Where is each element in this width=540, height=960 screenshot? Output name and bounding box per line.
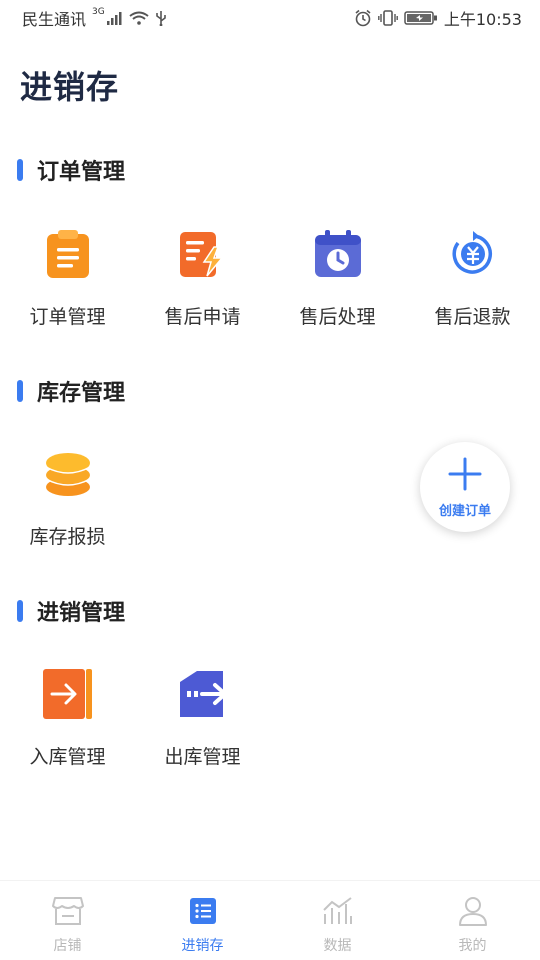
- tab-data[interactable]: 数据: [270, 881, 405, 960]
- grid-item-inventory-loss[interactable]: 库存报损: [0, 448, 135, 549]
- grid-item-label: 库存报损: [29, 526, 106, 548]
- tab-label: 我的: [458, 938, 487, 954]
- coin-stack-icon: [42, 448, 94, 500]
- status-bar: 民生通讯 3G 上午10:53: [0, 0, 540, 36]
- section-header-orders: 订单管理: [17, 154, 125, 186]
- status-right: 上午10:53: [354, 6, 522, 30]
- section-accent-bar: [17, 159, 23, 181]
- bottom-tab-bar: 店铺 进销存 数据 我的: [0, 880, 540, 960]
- create-order-button[interactable]: 创建订单: [420, 442, 510, 532]
- grid-item-label: 售后退款: [434, 306, 511, 328]
- tab-label: 进销存: [181, 938, 224, 954]
- section-title: 订单管理: [37, 160, 126, 185]
- tab-inventory[interactable]: 进销存: [135, 881, 270, 960]
- purchase-sales-grid: 入库管理 出库管理: [0, 668, 540, 769]
- user-icon: [457, 895, 489, 927]
- page-title: 进销存: [20, 68, 120, 106]
- section-header-purchase-sales: 进销管理: [17, 595, 125, 627]
- usb-icon: [155, 10, 167, 26]
- list-icon: [187, 895, 219, 927]
- wifi-icon: [129, 11, 149, 25]
- section-accent-bar: [17, 380, 23, 402]
- section-title: 库存管理: [37, 381, 126, 406]
- carrier-name: 民生通讯: [22, 10, 87, 29]
- section-header-inventory: 库存管理: [17, 375, 125, 407]
- plus-icon: [447, 456, 483, 496]
- clipboard-icon: [42, 228, 94, 280]
- orders-grid: 订单管理 售后申请 售后处理 售后退款: [0, 228, 540, 329]
- grid-item-after-sale-process[interactable]: 售后处理: [270, 228, 405, 329]
- store-icon: [51, 895, 84, 927]
- battery-icon: [404, 10, 438, 26]
- status-left: 民生通讯 3G: [22, 6, 167, 30]
- grid-item-after-sale-apply[interactable]: 售后申请: [135, 228, 270, 329]
- signal-icon: [106, 11, 123, 25]
- grid-item-label: 订单管理: [29, 306, 106, 328]
- grid-item-order-management[interactable]: 订单管理: [0, 228, 135, 329]
- box-arrow-in-icon: [42, 668, 94, 720]
- tab-store[interactable]: 店铺: [0, 881, 135, 960]
- status-time: 上午10:53: [443, 10, 522, 29]
- grid-item-stock-in[interactable]: 入库管理: [0, 668, 135, 769]
- section-accent-bar: [17, 600, 23, 622]
- truck-arrow-out-icon: [177, 668, 229, 720]
- grid-item-label: 售后申请: [164, 306, 241, 328]
- grid-item-label: 入库管理: [29, 746, 106, 768]
- grid-item-label: 出库管理: [164, 746, 241, 768]
- section-title: 进销管理: [37, 601, 126, 626]
- create-order-label: 创建订单: [438, 503, 491, 519]
- tab-label: 店铺: [53, 938, 82, 954]
- tab-mine[interactable]: 我的: [405, 881, 540, 960]
- network-type: 3G: [92, 7, 105, 17]
- tab-label: 数据: [323, 938, 352, 954]
- chart-icon: [322, 895, 354, 927]
- document-lightning-icon: [177, 228, 229, 280]
- calendar-clock-icon: [312, 228, 364, 280]
- vibrate-icon: [377, 10, 398, 26]
- yuan-refund-icon: [447, 228, 499, 280]
- alarm-icon: [354, 9, 372, 27]
- grid-item-after-sale-refund[interactable]: 售后退款: [405, 228, 540, 329]
- grid-item-label: 售后处理: [299, 306, 376, 328]
- grid-item-stock-out[interactable]: 出库管理: [135, 668, 270, 769]
